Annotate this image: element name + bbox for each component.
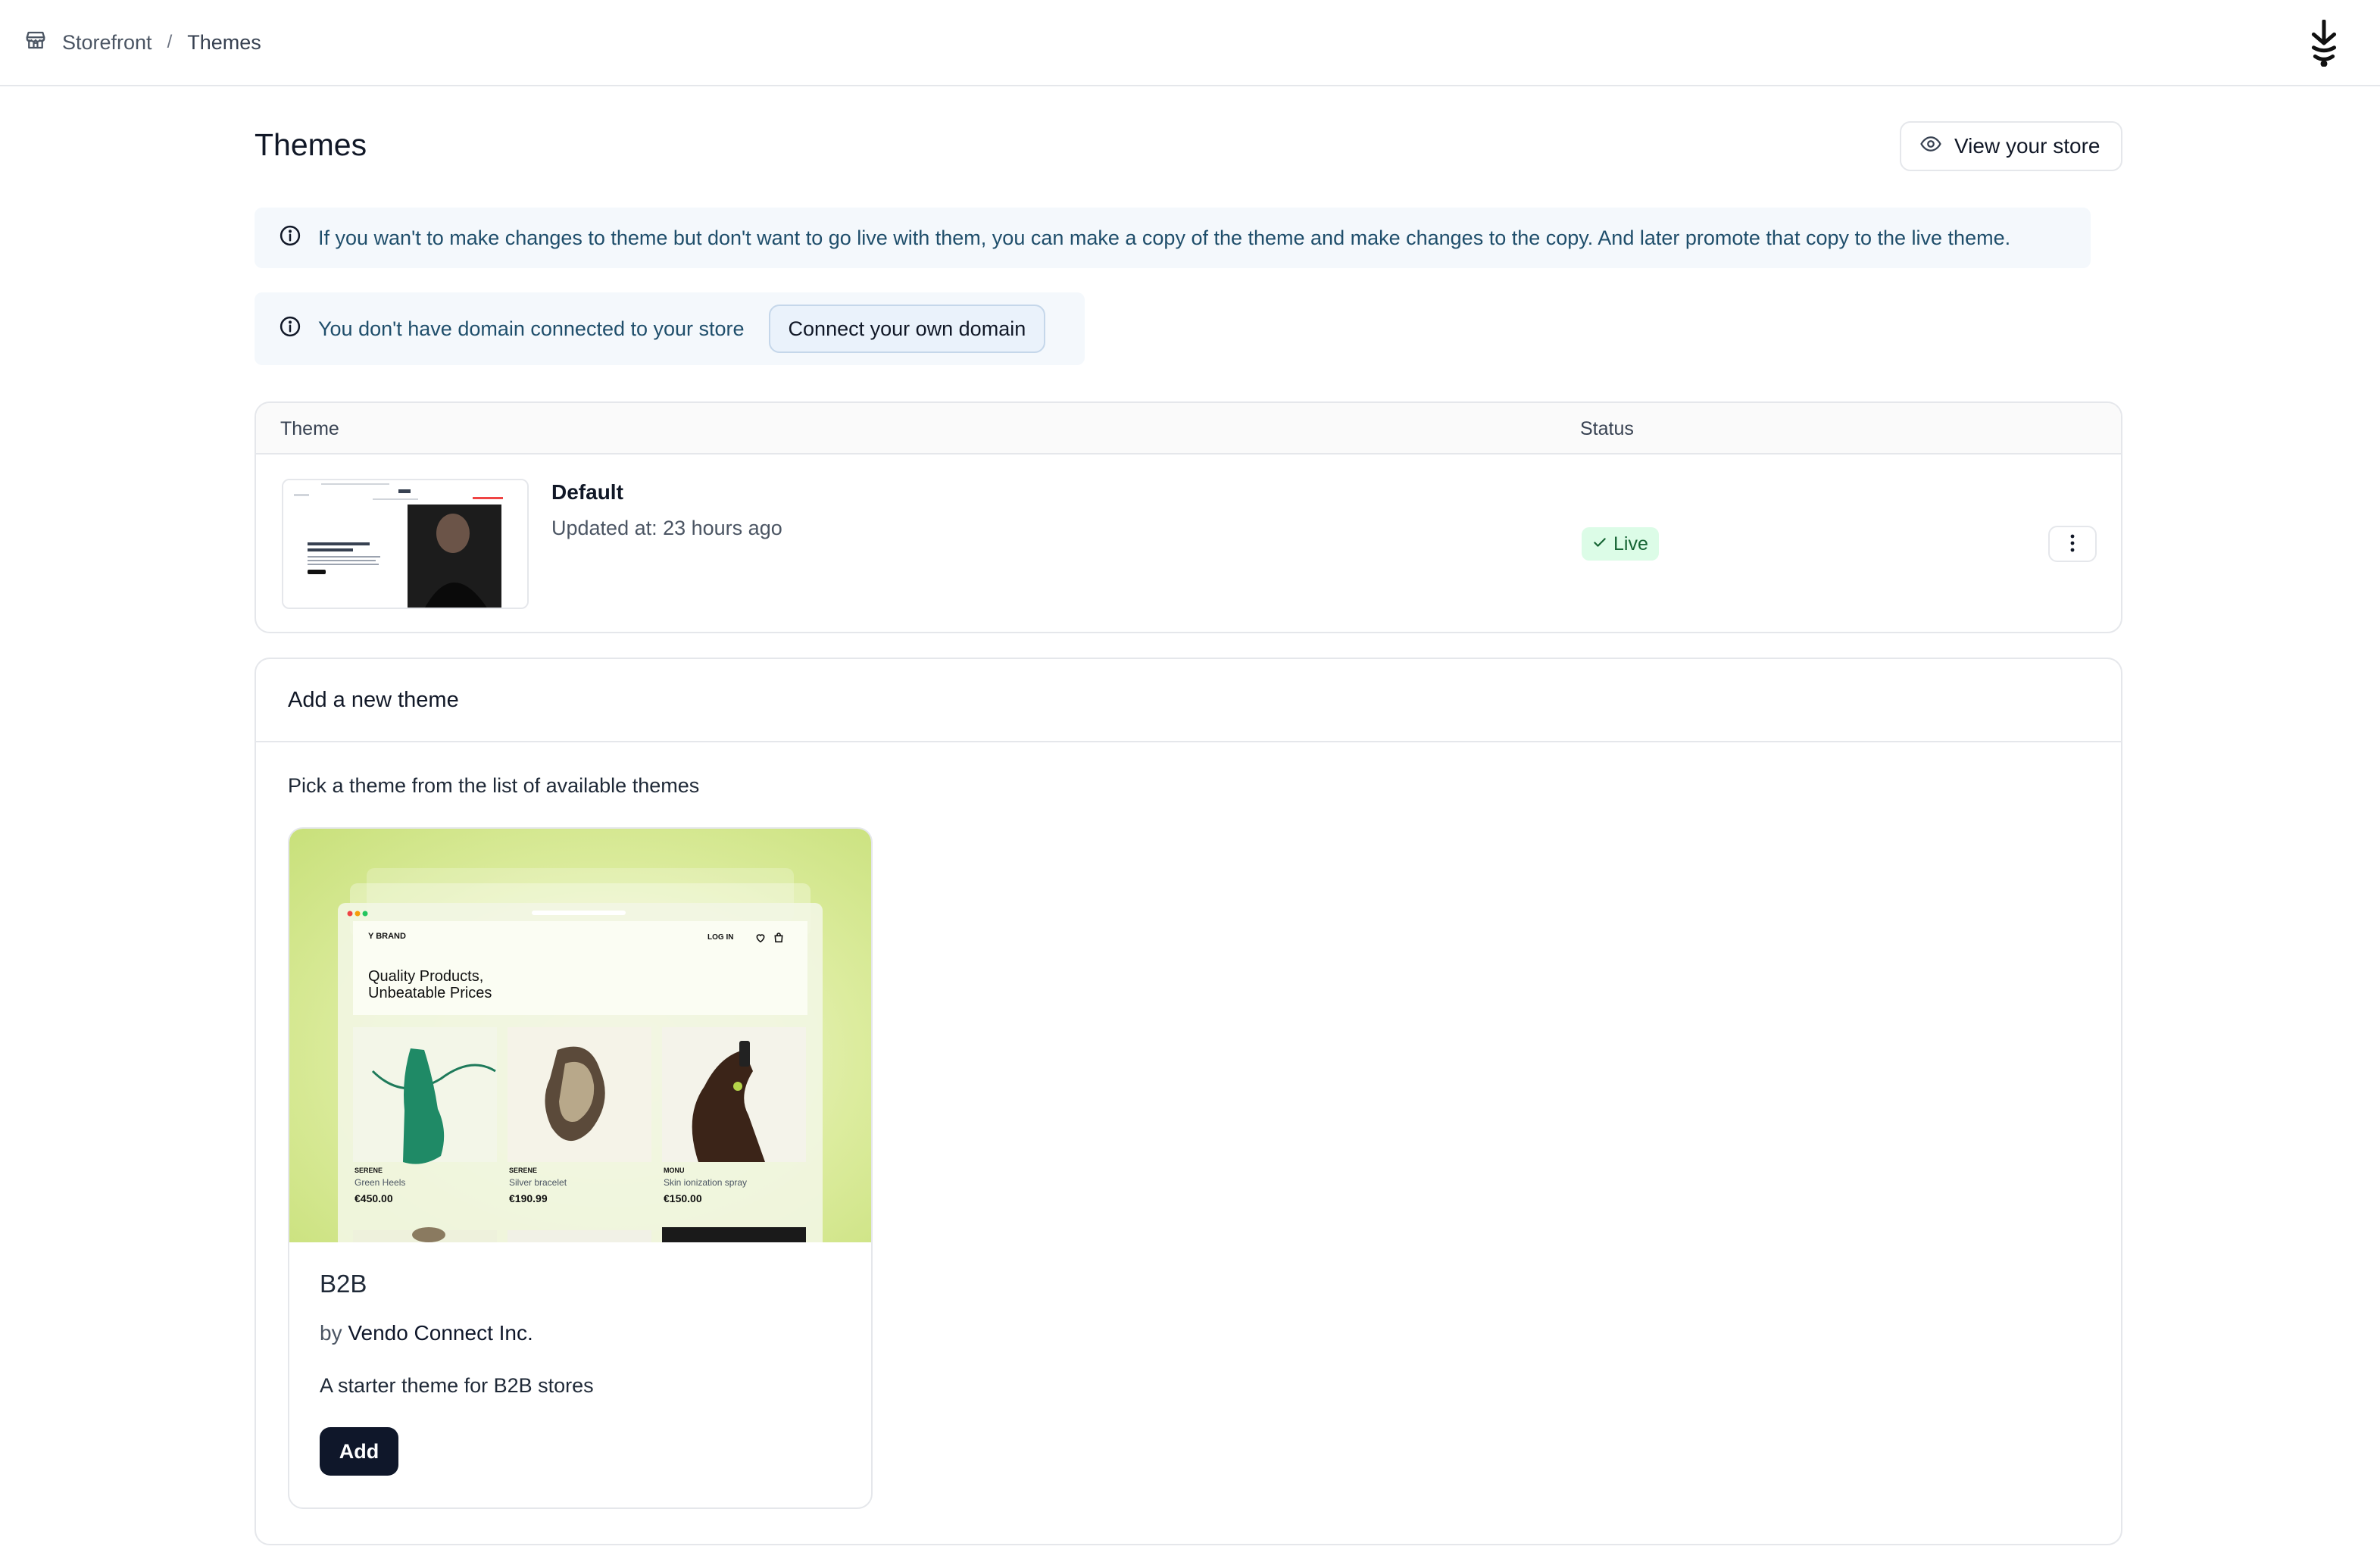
preview-product-name: Skin ionization spray — [664, 1177, 748, 1188]
preview-product-name: Green Heels — [355, 1177, 406, 1188]
preview-product-name: Silver bracelet — [509, 1177, 567, 1188]
theme-card-author: by Vendo Connect Inc. — [320, 1321, 533, 1345]
heart-icon — [754, 932, 767, 948]
eye-icon — [1919, 133, 1942, 161]
copy-theme-notice-text: If you wan't to make changes to theme bu… — [318, 226, 2011, 249]
logo-icon[interactable] — [2301, 19, 2347, 67]
add-theme-panel: Add a new theme Pick a theme from the li… — [255, 658, 2122, 1545]
domain-notice: You don't have domain connected to your … — [255, 292, 1085, 365]
theme-actions-button[interactable] — [2048, 526, 2097, 562]
store-icon — [24, 29, 47, 57]
theme-thumbnail[interactable] — [282, 479, 529, 609]
connect-domain-button[interactable]: Connect your own domain — [768, 305, 1046, 353]
preview-product-brand: SERENE — [355, 1167, 383, 1174]
preview-product-price: €450.00 — [355, 1192, 393, 1204]
check-icon — [1592, 533, 1607, 555]
table-row: Default Updated at: 23 hours ago Live — [256, 455, 2121, 632]
preview-login: LOG IN — [707, 933, 734, 942]
top-bar: Storefront / Themes — [0, 0, 2380, 86]
preview-product-price: €190.99 — [509, 1192, 548, 1204]
theme-preview-image: Y BRAND LOG IN Quality Products, Unbeata… — [289, 829, 871, 1242]
domain-notice-text: You don't have domain connected to your … — [318, 317, 745, 340]
breadcrumb-storefront[interactable]: Storefront — [62, 31, 152, 55]
theme-card-b2b: Y BRAND LOG IN Quality Products, Unbeata… — [288, 827, 873, 1509]
preview-product-brand: MONU — [664, 1167, 685, 1174]
table-header: Theme Status — [256, 403, 2121, 455]
page-title: Themes — [255, 127, 367, 162]
more-vertical-icon — [2069, 533, 2076, 555]
bag-icon — [773, 932, 785, 948]
info-icon — [279, 224, 318, 252]
preview-headline-2: Unbeatable Prices — [368, 985, 492, 1001]
theme-name: Default — [551, 480, 623, 504]
preview-product-brand: SERENE — [509, 1167, 538, 1174]
themes-table: Theme Status Default Updated at: 23 hour… — [255, 401, 2122, 633]
preview-brand: Y BRAND — [368, 932, 406, 941]
column-header-theme: Theme — [280, 418, 339, 439]
add-theme-button[interactable]: Add — [320, 1427, 398, 1476]
status-badge-label: Live — [1613, 533, 1648, 555]
copy-theme-notice: If you wan't to make changes to theme bu… — [255, 208, 2091, 268]
theme-card-title: B2B — [320, 1270, 367, 1298]
theme-card-by-label: by — [320, 1321, 342, 1345]
breadcrumb-separator: / — [167, 32, 173, 52]
theme-card-description: A starter theme for B2B stores — [320, 1374, 594, 1397]
column-header-status: Status — [1580, 418, 1634, 439]
theme-updated-at: Updated at: 23 hours ago — [551, 517, 782, 539]
view-store-button[interactable]: View your store — [1900, 121, 2122, 171]
info-icon — [279, 315, 318, 343]
preview-headline-1: Quality Products, — [368, 968, 484, 985]
theme-card-vendor-link[interactable]: Vendo Connect Inc. — [348, 1321, 533, 1345]
preview-product-price: €150.00 — [664, 1192, 702, 1204]
breadcrumb: Storefront / Themes — [24, 29, 261, 57]
status-badge: Live — [1582, 527, 1659, 561]
add-theme-heading: Add a new theme — [256, 659, 2121, 742]
add-theme-subtitle: Pick a theme from the list of available … — [288, 774, 700, 797]
view-store-label: View your store — [1954, 134, 2100, 158]
breadcrumb-themes: Themes — [187, 30, 261, 54]
